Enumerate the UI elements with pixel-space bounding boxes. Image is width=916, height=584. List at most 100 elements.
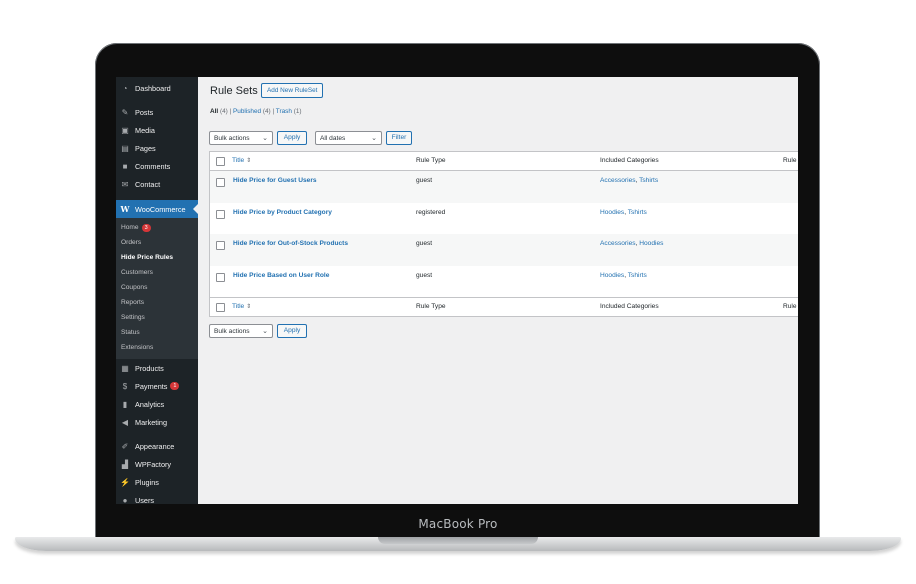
column-label: Title xyxy=(232,303,245,310)
admin-sidebar: ◔ Dashboard ✎ Posts ▣ Media ▤ Pages ■ Co… xyxy=(116,77,198,504)
category-link[interactable]: Accessories xyxy=(600,177,636,184)
category-link[interactable]: Tshirts xyxy=(628,272,647,279)
row-title-link[interactable]: Hide Price for Guest Users xyxy=(233,177,317,184)
separator: | xyxy=(272,108,275,115)
sidebar-item-label: Comments xyxy=(135,161,171,171)
sidebar-item-posts[interactable]: ✎ Posts xyxy=(116,104,198,120)
sidebar-item-label: Users xyxy=(135,495,155,505)
chevron-down-icon: ⌄ xyxy=(262,135,268,142)
row-title-link[interactable]: Hide Price by Product Category xyxy=(233,209,332,216)
column-label: Title xyxy=(232,157,245,164)
category-link[interactable]: Tshirts xyxy=(639,177,658,184)
dates-select[interactable]: All dates ⌄ xyxy=(315,131,382,145)
media-icon: ▣ xyxy=(121,125,129,135)
sort-icon: ⇕ xyxy=(246,304,252,310)
column-title[interactable]: Title ⇕ xyxy=(232,157,251,164)
row-checkbox[interactable] xyxy=(216,209,225,219)
row-title-link[interactable]: Hide Price Based on User Role xyxy=(233,272,329,279)
sidebar-item-analytics[interactable]: ▮ Analytics xyxy=(116,396,198,412)
select-all-checkbox[interactable] xyxy=(216,303,225,312)
submenu-item-extensions[interactable]: Extensions xyxy=(121,344,153,351)
submenu-item-customers[interactable]: Customers xyxy=(121,269,153,276)
select-value: Bulk actions xyxy=(214,135,250,142)
dashboard-icon: ◔ xyxy=(122,83,128,93)
sidebar-item-products[interactable]: ▦ Products xyxy=(116,360,198,376)
column-extra: Rule xyxy=(783,303,797,310)
submenu-item-status[interactable]: Status xyxy=(121,329,140,336)
sidebar-item-media[interactable]: ▣ Media xyxy=(116,122,198,138)
table-row: Hide Price Based on User Role guest Hood… xyxy=(210,266,798,298)
row-rule-type: guest xyxy=(416,240,433,247)
submenu-item-reports[interactable]: Reports xyxy=(121,299,144,306)
filter-trash[interactable]: Trash xyxy=(276,108,292,115)
category-link[interactable]: Hoodies xyxy=(600,209,624,216)
sidebar-item-label: Appearance xyxy=(135,441,175,451)
submenu-item-home[interactable]: Home 3 xyxy=(121,224,151,232)
notification-badge: 1 xyxy=(170,382,180,390)
sidebar-item-woocommerce[interactable]: W WooCommerce xyxy=(116,200,198,218)
bottom-apply-button[interactable]: Apply xyxy=(277,324,307,338)
category-link[interactable]: Hoodies xyxy=(600,272,624,279)
sidebar-item-label: Products xyxy=(135,363,164,373)
sidebar-item-label: Payments xyxy=(135,381,168,391)
sidebar-item-label: WPFactory xyxy=(135,459,172,469)
category-link[interactable]: Tshirts xyxy=(628,209,647,216)
count: (4) xyxy=(262,108,271,115)
select-value: All dates xyxy=(320,135,346,142)
sidebar-item-label: Pages xyxy=(135,143,156,153)
bulk-actions-select[interactable]: Bulk actions ⌄ xyxy=(209,131,273,145)
screen: ◔ Dashboard ✎ Posts ▣ Media ▤ Pages ■ Co… xyxy=(116,77,798,504)
status-filters: All (4) | Published (4) | Trash (1) xyxy=(210,108,302,115)
submenu-item-settings[interactable]: Settings xyxy=(121,314,145,321)
submenu-label: Home xyxy=(121,224,139,231)
sidebar-item-dashboard[interactable]: ◔ Dashboard xyxy=(116,80,198,96)
submenu-item-orders[interactable]: Orders xyxy=(121,239,141,246)
comment-icon: ■ xyxy=(122,161,128,171)
payments-icon: $ xyxy=(122,381,128,391)
sidebar-item-label: Dashboard xyxy=(135,83,171,93)
sidebar-item-label: Plugins xyxy=(135,477,159,487)
apply-button[interactable]: Apply xyxy=(277,131,307,145)
column-categories: Included Categories xyxy=(600,157,659,164)
filter-all[interactable]: All xyxy=(210,108,218,115)
submenu-item-hide-price-rules[interactable]: Hide Price Rules xyxy=(121,254,173,261)
add-new-ruleset-button[interactable]: Add New RuleSet xyxy=(261,83,324,98)
column-rule-type: Rule Type xyxy=(416,157,446,164)
filter-button[interactable]: Filter xyxy=(386,131,412,145)
mail-icon: ✉ xyxy=(121,179,129,189)
sidebar-item-users[interactable]: ● Users xyxy=(116,492,198,505)
sidebar-item-label: Media xyxy=(135,125,155,135)
bottom-bulk-actions-select[interactable]: Bulk actions ⌄ xyxy=(209,324,273,338)
sidebar-item-pages[interactable]: ▤ Pages xyxy=(116,140,198,156)
sidebar-item-comments[interactable]: ■ Comments xyxy=(116,158,198,174)
count: (1) xyxy=(293,108,302,115)
row-checkbox[interactable] xyxy=(216,178,225,187)
column-extra: Rule xyxy=(783,157,797,164)
select-all-checkbox[interactable] xyxy=(216,157,225,166)
category-link[interactable]: Accessories xyxy=(600,240,636,247)
rulesets-table: Title ⇕ Rule Type Included Categories Rul… xyxy=(209,151,798,317)
sidebar-item-payments[interactable]: $ Payments 1 xyxy=(116,378,198,394)
sidebar-item-label: Marketing xyxy=(135,417,168,427)
row-categories: Hoodies, Tshirts xyxy=(600,271,647,279)
row-title-link[interactable]: Hide Price for Out-of-Stock Products xyxy=(233,240,348,247)
sidebar-item-plugins[interactable]: ⚡ Plugins xyxy=(116,474,198,490)
row-rule-type: guest xyxy=(416,177,433,184)
column-title[interactable]: Title ⇕ xyxy=(232,303,251,310)
submenu-item-coupons[interactable]: Coupons xyxy=(121,284,147,291)
sidebar-item-wpfactory[interactable]: ▟ WPFactory xyxy=(116,456,198,472)
row-checkbox[interactable] xyxy=(216,272,225,282)
sidebar-item-appearance[interactable]: ✐ Appearance xyxy=(116,438,198,454)
select-value: Bulk actions xyxy=(214,328,250,335)
sidebar-item-label: Analytics xyxy=(135,399,165,409)
megaphone-icon: ◀ xyxy=(121,417,129,427)
count: (4) xyxy=(219,108,228,115)
row-checkbox[interactable] xyxy=(216,241,225,250)
filter-published[interactable]: Published xyxy=(233,108,261,115)
column-rule-type: Rule Type xyxy=(416,303,446,310)
category-link[interactable]: Hoodies xyxy=(639,240,663,247)
sidebar-item-label: Posts xyxy=(135,107,154,117)
device-label: MacBook Pro xyxy=(418,517,498,531)
sidebar-item-contact[interactable]: ✉ Contact xyxy=(116,176,198,192)
sidebar-item-marketing[interactable]: ◀ Marketing xyxy=(116,414,198,430)
